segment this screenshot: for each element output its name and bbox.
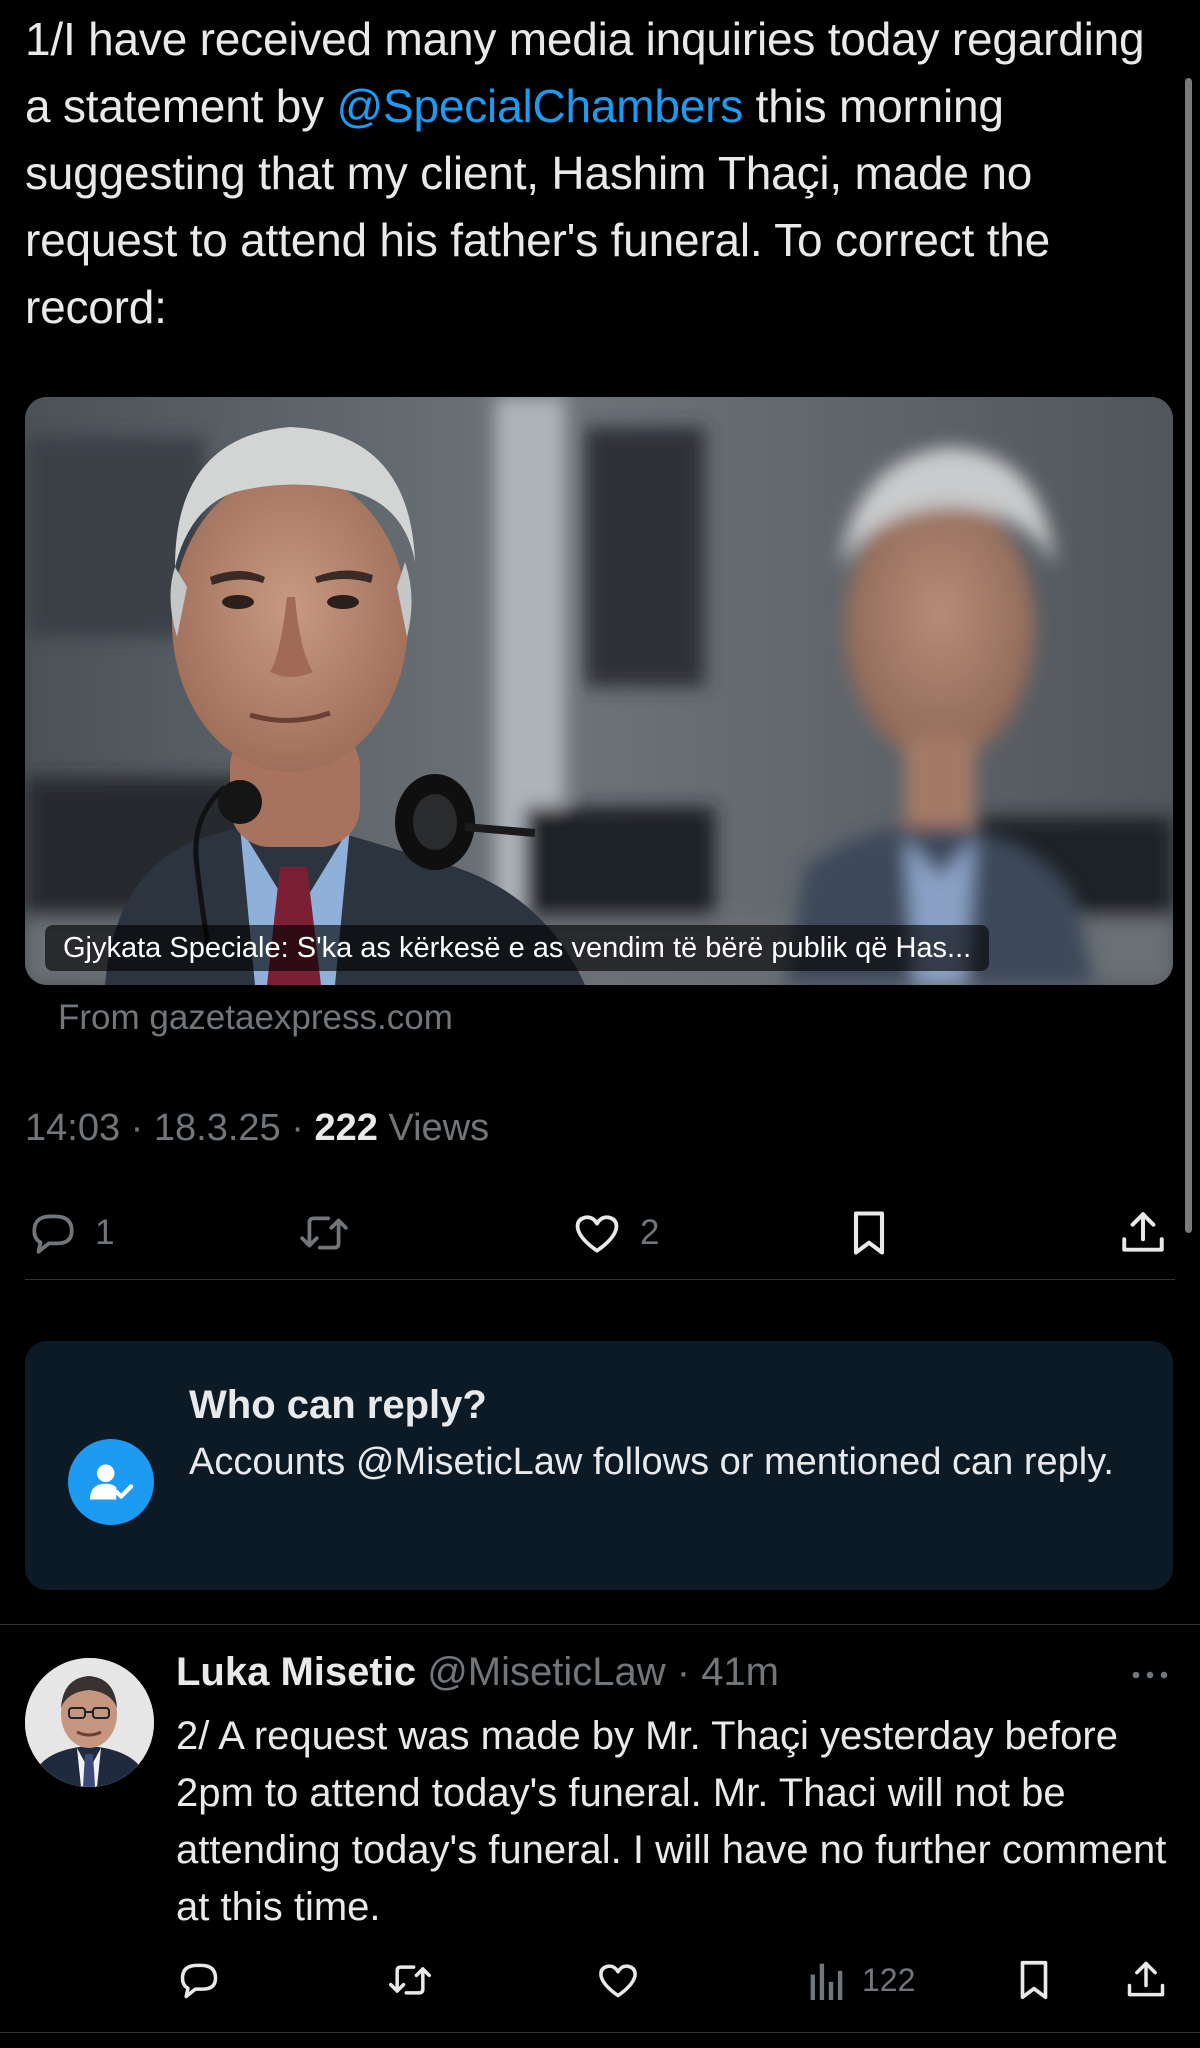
tweet-meta: 14:03 · 18.3.25 · 222 Views bbox=[25, 1107, 489, 1150]
views-count: 122 bbox=[862, 1961, 916, 1998]
link-card-source[interactable]: From gazetaexpress.com bbox=[58, 998, 453, 1038]
add-person-icon bbox=[68, 1439, 154, 1525]
reply-text: 2/ A request was made by Mr. Thaçi yeste… bbox=[176, 1714, 1167, 1929]
like-count: 2 bbox=[640, 1213, 660, 1252]
meta-separator: · bbox=[280, 1107, 315, 1149]
divider bbox=[25, 1279, 1175, 1280]
tweet-time[interactable]: 14:03 bbox=[25, 1107, 120, 1149]
more-icon[interactable] bbox=[1128, 1660, 1172, 1690]
views-label: Views bbox=[377, 1107, 490, 1149]
who-can-reply-box: Who can reply? Accounts @MiseticLaw foll… bbox=[25, 1341, 1173, 1590]
meta-separator: · bbox=[120, 1107, 154, 1149]
views-count[interactable]: 222 bbox=[314, 1107, 377, 1149]
share-button[interactable] bbox=[1124, 1950, 1168, 2010]
divider bbox=[0, 2032, 1200, 2033]
views-icon bbox=[810, 1963, 843, 2000]
reply-time[interactable]: 41m bbox=[701, 1650, 779, 1694]
reply-button[interactable]: 1 bbox=[27, 1203, 114, 1263]
avatar[interactable] bbox=[25, 1658, 154, 1787]
link-card[interactable]: Gjykata Speciale: S'ka as kërkesë e as v… bbox=[25, 397, 1173, 985]
header-separator: · bbox=[665, 1650, 702, 1694]
reply-icon bbox=[180, 1963, 218, 1999]
link-card-caption: Gjykata Speciale: S'ka as kërkesë e as v… bbox=[45, 925, 990, 971]
reply-icon bbox=[32, 1214, 74, 1254]
like-button[interactable]: 2 bbox=[570, 1203, 659, 1263]
repost-icon bbox=[300, 1216, 348, 1250]
share-icon bbox=[1122, 1212, 1164, 1252]
reply-header: Luka Misetic @MiseticLaw · 41m bbox=[176, 1650, 779, 1695]
reply-action-bar: 122 bbox=[0, 1950, 1200, 2010]
author-name[interactable]: Luka Misetic bbox=[176, 1650, 416, 1694]
tweet-action-bar: 1 2 bbox=[0, 1203, 1200, 1263]
reply-button[interactable] bbox=[176, 1950, 222, 2010]
reply-count: 1 bbox=[95, 1213, 115, 1252]
author-handle[interactable]: @MiseticLaw bbox=[427, 1650, 665, 1694]
tweet-text: 1/I have received many media inquiries t… bbox=[25, 6, 1155, 341]
repost-icon bbox=[389, 1965, 431, 1995]
like-button[interactable] bbox=[594, 1950, 642, 2010]
share-icon bbox=[1127, 1961, 1165, 1997]
like-icon bbox=[599, 1964, 637, 1998]
views-button[interactable]: 122 bbox=[808, 1950, 915, 2010]
bookmark-icon bbox=[1020, 1960, 1048, 2000]
share-button[interactable] bbox=[1118, 1203, 1168, 1263]
link-card-image bbox=[25, 397, 1173, 985]
bookmark-button[interactable] bbox=[1013, 1950, 1055, 2010]
mention-link[interactable]: @SpecialChambers bbox=[337, 80, 744, 132]
bookmark-icon bbox=[853, 1211, 885, 1255]
bookmark-button[interactable] bbox=[846, 1203, 892, 1263]
scrollbar[interactable] bbox=[1185, 78, 1192, 1233]
tweet-date[interactable]: 18.3.25 bbox=[154, 1107, 281, 1149]
who-can-reply-title: Who can reply? bbox=[189, 1383, 487, 1427]
who-can-reply-description: Accounts @MiseticLaw follows or mentione… bbox=[189, 1441, 1114, 1483]
repost-button[interactable] bbox=[385, 1950, 435, 2010]
divider bbox=[0, 1624, 1200, 1625]
like-icon bbox=[575, 1215, 619, 1253]
repost-button[interactable] bbox=[296, 1203, 352, 1263]
